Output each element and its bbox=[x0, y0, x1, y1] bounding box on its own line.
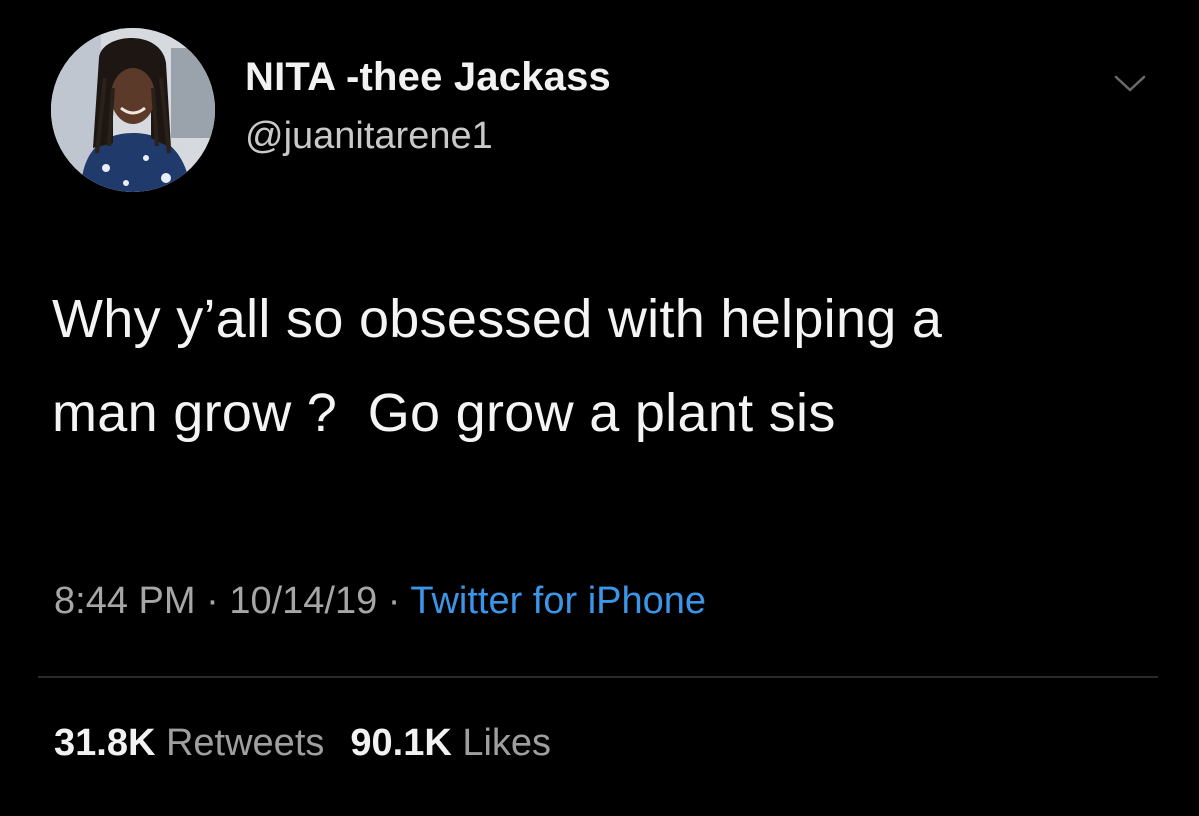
divider bbox=[38, 676, 1158, 678]
tweet-time[interactable]: 8:44 PM bbox=[54, 580, 196, 622]
chevron-down-icon[interactable] bbox=[1110, 68, 1150, 98]
retweets-label: Retweets bbox=[165, 722, 325, 764]
meta-separator: · bbox=[377, 580, 411, 622]
likes-stat[interactable]: 90.1K Likes bbox=[350, 722, 551, 764]
author-display-name[interactable]: NITA -thee Jackass bbox=[245, 55, 611, 100]
tweet-stats: 31.8K Retweets 90.1K Likes bbox=[54, 722, 551, 765]
tweet-card: NITA -thee Jackass @juanitarene1 Why y’a… bbox=[0, 0, 1199, 816]
likes-label: Likes bbox=[462, 722, 552, 764]
tweet-date[interactable]: 10/14/19 bbox=[229, 580, 377, 622]
profile-photo-icon bbox=[51, 28, 215, 192]
avatar[interactable] bbox=[51, 28, 215, 192]
tweet-source-link[interactable]: Twitter for iPhone bbox=[410, 580, 706, 622]
tweet-text: Why y’all so obsessed with helping a man… bbox=[52, 289, 943, 443]
retweets-count: 31.8K bbox=[54, 722, 156, 764]
author-handle[interactable]: @juanitarene1 bbox=[245, 115, 493, 158]
retweets-stat[interactable]: 31.8K Retweets bbox=[54, 722, 324, 764]
meta-separator: · bbox=[195, 580, 230, 622]
likes-count: 90.1K bbox=[350, 722, 452, 764]
tweet-meta: 8:44 PM · 10/14/19 · Twitter for iPhone bbox=[54, 580, 706, 623]
